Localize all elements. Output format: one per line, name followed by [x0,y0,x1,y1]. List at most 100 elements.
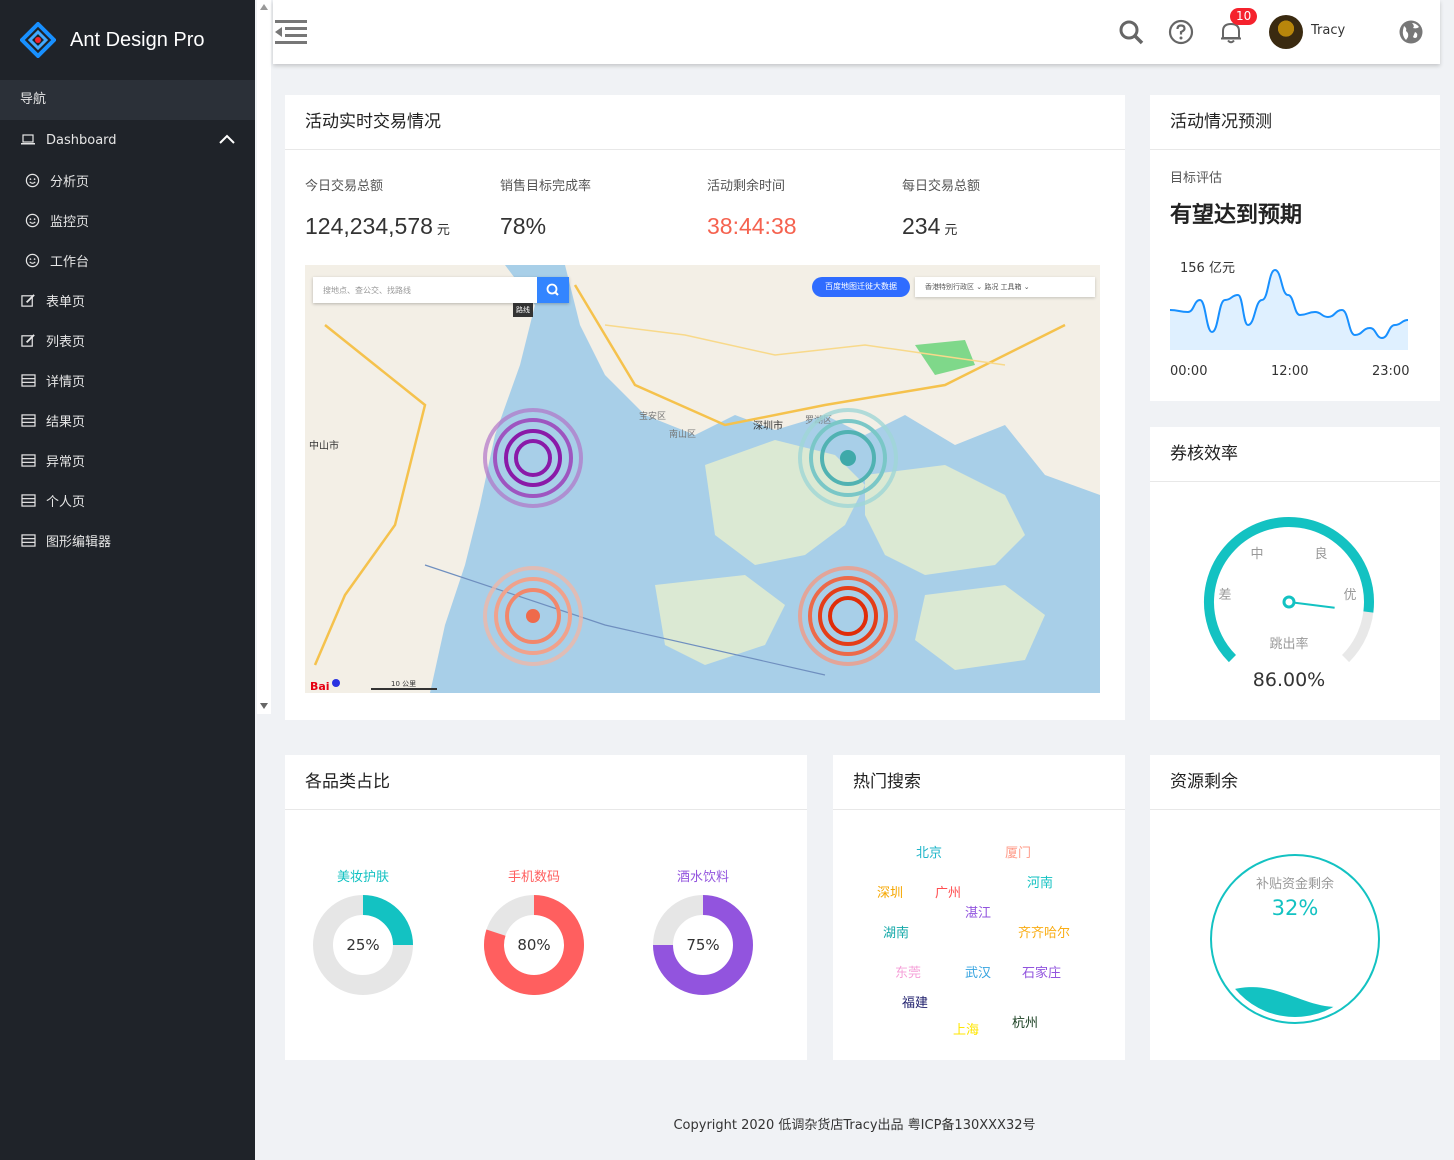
gauge-label: 优 [1343,588,1356,603]
sidebar-scrollbar[interactable] [257,0,271,714]
forecast-headline: 有望达到预期 [1170,203,1303,228]
menu-fold-icon[interactable] [275,20,307,44]
map-view[interactable]: 深圳市 中山市 南山区 宝安区 罗湖区 Bai 10 公里 搜地点、查公交、找路… [305,265,1100,693]
hot-word[interactable]: 湛江 [965,902,991,921]
efficiency-card: 券核效率 差 中 良 优 跳出率 86.00% [1150,427,1440,720]
map-toolbar[interactable]: 香港特别行政区 ⌄ 路况 工具箱 ⌄ [915,277,1095,297]
sidebar-item-exception[interactable]: 异常页 [0,440,255,480]
gauge-label: 良 [1314,546,1327,562]
card-title: 券核效率 [1150,427,1440,482]
top-header [273,0,1440,64]
category-donut: 25% [313,895,413,995]
sidebar-item-form[interactable]: 表单页 [0,280,255,320]
sidebar-item-label: 列表页 [46,334,86,350]
search-icon[interactable] [1117,18,1145,46]
sidebar-item-dashboard[interactable]: Dashboard [0,120,255,160]
gauge-value: 86.00% [1252,669,1326,691]
table-icon [20,412,36,428]
map-place-label: 宝安区 [639,410,666,422]
stat-value: 234 元 [902,213,958,239]
hot-word[interactable]: 广州 [935,882,961,901]
gauge-caption: 跳出率 [1269,636,1308,652]
scroll-down-arrow-icon[interactable] [260,703,268,709]
hot-word[interactable]: 湖南 [883,922,909,941]
hot-word[interactable]: 北京 [916,842,942,861]
stat-label: 活动剩余时间 [707,179,786,194]
gauge-chart: 差 中 良 优 跳出率 [1204,517,1374,663]
baidu-map-logo: Bai [310,680,330,693]
map-place-label: 南山区 [669,428,696,440]
hot-word[interactable]: 厦门 [1005,842,1031,861]
hot-word[interactable]: 河南 [1027,872,1053,891]
hot-word[interactable]: 东莞 [895,962,921,981]
map-migration-chip[interactable]: 百度地图迁徙大数据 [812,277,910,297]
table-icon [20,452,36,468]
hot-word[interactable]: 深圳 [877,882,903,901]
category-card: 各品类占比 美妆护肤 手机数码 酒水饮料 25% 80% 75% [285,755,807,1060]
ripple-marker-purple[interactable] [483,408,583,508]
sidebar-item-list[interactable]: 列表页 [0,320,255,360]
scroll-up-arrow-icon[interactable] [260,4,268,10]
smile-icon [24,212,40,228]
realtime-card: 活动实时交易情况 今日交易总额 124,234,578 元 销售目标完成率 78%… [285,95,1125,720]
sidebar-item-account[interactable]: 个人页 [0,480,255,520]
smile-icon [24,172,40,188]
stat-label: 每日交易总额 [902,179,981,194]
resource-card: 资源剩余 补贴资金剩余 32% [1150,755,1440,1060]
liquid-fill-gauge: 补贴资金剩余 32% [1210,854,1380,1024]
sidebar-item-monitor[interactable]: 监控页 [0,200,255,240]
sidebar-item-label: 图形编辑器 [46,534,112,550]
liquid-caption: 补贴资金剩余 [1256,876,1334,892]
sidebar-item-analysis[interactable]: 分析页 [0,160,255,200]
map-base: 深圳市 中山市 南山区 宝安区 罗湖区 Bai 10 公里 [305,265,1100,693]
map-search-input[interactable]: 搜地点、查公交、找路线 [313,277,569,303]
avatar[interactable] [1269,15,1303,49]
stat-value: 124,234,578 元 [305,213,450,239]
sidebar-item-detail[interactable]: 详情页 [0,360,255,400]
footer-copyright: Copyright 2020 低调杂货店Tracy出品 粤ICP备130XXX3… [673,1118,1036,1133]
donut-percent: 80% [517,936,550,954]
sidebar-item-label: 监控页 [50,214,90,230]
sidebar-item-label: 异常页 [46,454,86,470]
countdown-value: 38:44:38 [707,213,797,239]
sidebar: Ant Design Pro 导航 Dashboard 分析页 监控页 工作台 … [0,0,255,1160]
forecast-card: 活动情况预测 目标评估 有望达到预期 156 亿元 00:00 12:00 23… [1150,95,1440,401]
edit-icon [20,292,36,308]
hot-word[interactable]: 武汉 [965,962,991,981]
chevron-up-icon [219,134,235,144]
category-donut: 75% [653,895,753,995]
hot-word[interactable]: 杭州 [1012,1012,1038,1031]
hot-word[interactable]: 齐齐哈尔 [1018,922,1070,941]
ripple-marker-red[interactable] [798,566,898,666]
donut-percent: 75% [686,936,719,954]
table-icon [20,492,36,508]
liquid-value: 32% [1272,896,1319,920]
sidebar-item-label: 工作台 [50,254,90,270]
map-search-button[interactable] [537,277,569,303]
user-name[interactable]: Tracy [1311,23,1345,38]
gauge-needle [1288,601,1335,609]
help-icon[interactable] [1167,18,1195,46]
hot-word[interactable]: 上海 [953,1019,979,1038]
sidebar-item-label: 分析页 [50,174,90,190]
baidu-paw-icon [332,679,340,687]
sidebar-item-editor[interactable]: 图形编辑器 [0,520,255,560]
hot-word[interactable]: 福建 [902,992,928,1011]
logo[interactable]: Ant Design Pro [0,0,255,80]
hot-search-card: 热门搜索 北京 厦门 深圳 广州 河南 湛江 湖南 齐齐哈尔 东莞 武汉 石家庄… [833,755,1125,1060]
nav-section-title: 导航 [0,80,255,120]
stat-value: 78% [500,213,547,239]
stat-label: 今日交易总额 [305,179,384,194]
laptop-icon [20,132,36,148]
ripple-marker-salmon[interactable] [483,566,583,666]
smile-icon [24,252,40,268]
sidebar-item-result[interactable]: 结果页 [0,400,255,440]
sidebar-item-label: Dashboard [46,132,117,148]
table-icon [20,372,36,388]
sidebar-item-workplace[interactable]: 工作台 [0,240,255,280]
category-name: 手机数码 [507,870,560,885]
x-tick-label: 00:00 [1170,364,1208,379]
map-place-label: 深圳市 [753,419,783,432]
hot-word[interactable]: 石家庄 [1022,962,1061,981]
globe-icon[interactable] [1397,18,1425,46]
